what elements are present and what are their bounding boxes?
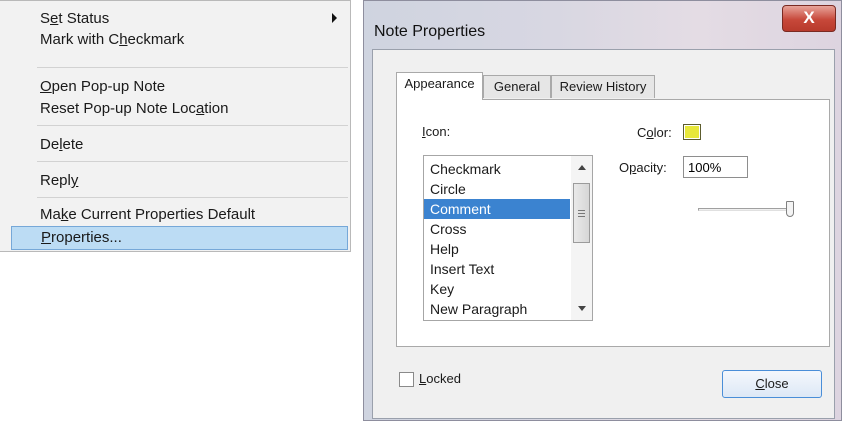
color-swatch[interactable] [683,124,701,140]
list-item-selected[interactable]: Comment [424,199,570,219]
dialog-client-area: Appearance General Review History Icon: … [372,49,835,419]
scroll-down-icon[interactable] [578,306,586,311]
menu-item-mark-with-checkmark[interactable]: Mark with Checkmark [40,30,184,50]
appearance-panel: Icon: Checkmark Circle Comment Cross Hel… [396,99,830,347]
menu-item-properties[interactable]: Properties... [11,226,348,250]
icon-label: Icon: [422,124,451,139]
opacity-label: Opacity: [619,160,667,175]
menu-item-reset-popup-note-location[interactable]: Reset Pop-up Note Location [40,99,228,119]
menu-item-reply[interactable]: Reply [40,171,78,191]
scroll-up-icon[interactable] [578,165,586,170]
list-item[interactable]: New Paragraph [424,299,570,319]
list-item[interactable]: Checkmark [424,159,570,179]
note-properties-dialog: Note Properties X Appearance General Rev… [363,0,842,421]
list-item[interactable]: Cross [424,219,570,239]
menu-separator [37,125,348,126]
close-icon[interactable]: X [782,5,836,32]
submenu-arrow-icon [332,13,337,23]
locked-label: Locked [419,371,461,386]
locked-checkbox[interactable] [399,372,414,387]
list-item[interactable]: Help [424,239,570,259]
menu-separator [37,67,348,68]
tab-review-history[interactable]: Review History [551,75,655,98]
color-label: Color: [637,125,672,140]
opacity-slider-thumb[interactable] [786,201,794,217]
list-item[interactable]: Insert Text [424,259,570,279]
opacity-input[interactable] [683,156,748,178]
menu-separator [37,161,348,162]
close-button[interactable]: Close [722,370,822,398]
list-item[interactable]: Circle [424,179,570,199]
context-menu: Set Status Mark with Checkmark Open Pop-… [0,0,351,252]
opacity-slider-track[interactable] [698,208,790,211]
listbox-scrollbar[interactable] [571,156,592,320]
list-item[interactable]: Key [424,279,570,299]
tab-general[interactable]: General [483,75,551,98]
menu-separator [37,197,348,198]
menu-item-set-status[interactable]: Set Status [40,9,109,29]
dialog-title: Note Properties [374,23,486,40]
color-swatch-fill [685,126,699,138]
tab-appearance[interactable]: Appearance [396,72,483,100]
scroll-thumb[interactable] [573,183,590,243]
menu-item-delete[interactable]: Delete [40,135,83,155]
menu-item-make-current-properties-default[interactable]: Make Current Properties Default [40,205,255,225]
icon-listbox[interactable]: Checkmark Circle Comment Cross Help Inse… [423,155,593,321]
menu-item-open-popup-note[interactable]: Open Pop-up Note [40,77,165,97]
